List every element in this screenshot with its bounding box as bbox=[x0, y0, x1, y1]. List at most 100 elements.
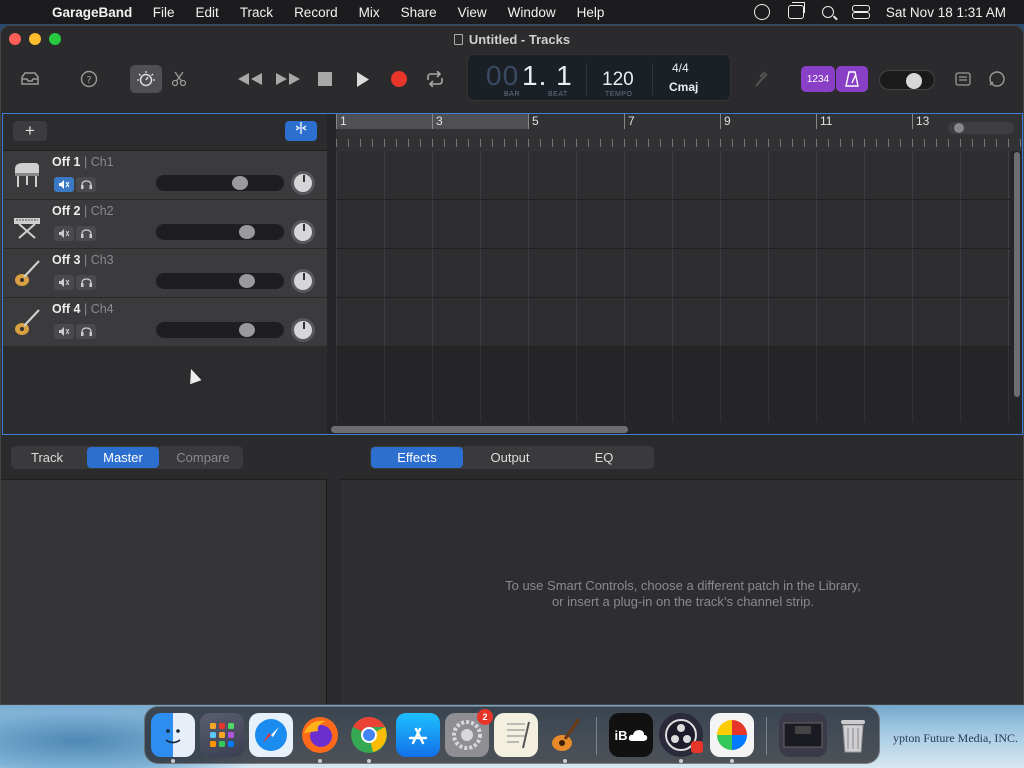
play-button[interactable] bbox=[350, 66, 376, 92]
tab-output[interactable]: Output bbox=[464, 446, 556, 469]
icloud-app[interactable]: iB bbox=[609, 713, 653, 757]
track-volume-slider[interactable] bbox=[156, 224, 284, 240]
spotlight-search-icon[interactable] bbox=[821, 6, 834, 18]
tab-compare[interactable]: Compare bbox=[163, 446, 243, 469]
track-name[interactable]: Off 3 | Ch3 bbox=[52, 253, 114, 267]
track-header[interactable]: Off 1 | Ch1 bbox=[3, 151, 327, 200]
chrome-app[interactable] bbox=[347, 713, 391, 757]
mute-button[interactable] bbox=[54, 177, 74, 192]
track-header[interactable]: Off 2 | Ch2 bbox=[3, 200, 327, 249]
creative-cloud-icon[interactable] bbox=[753, 4, 770, 20]
track-header[interactable]: Off 3 | Ch3 bbox=[3, 249, 327, 298]
mute-button[interactable] bbox=[54, 275, 74, 290]
track-header[interactable]: Off 4 | Ch4 bbox=[3, 298, 327, 347]
safari-app[interactable] bbox=[249, 713, 293, 757]
solo-button[interactable] bbox=[76, 324, 96, 339]
volume-slider-knob[interactable] bbox=[239, 225, 255, 239]
pan-knob[interactable] bbox=[291, 318, 315, 342]
rewind-button[interactable] bbox=[237, 66, 263, 92]
track-volume-slider[interactable] bbox=[156, 273, 284, 289]
app-menu[interactable]: GarageBand bbox=[52, 5, 142, 20]
pan-knob[interactable] bbox=[291, 220, 315, 244]
track-channel-label: | Ch1 bbox=[83, 155, 114, 169]
horizontal-scrollbar[interactable] bbox=[331, 426, 628, 433]
finder-app[interactable] bbox=[151, 713, 195, 757]
menu-window[interactable]: Window bbox=[497, 5, 566, 20]
timeline-ruler[interactable]: 1 3 5 7 9 11 13 bbox=[336, 114, 1022, 151]
track-lane[interactable] bbox=[336, 298, 1010, 347]
menu-file[interactable]: File bbox=[142, 5, 185, 20]
count-in-button[interactable]: 1234 bbox=[801, 66, 835, 92]
volume-slider-knob[interactable] bbox=[232, 176, 248, 190]
track-lane[interactable] bbox=[336, 200, 1010, 249]
track-name-text: Off 1 bbox=[52, 155, 81, 169]
track-lane[interactable] bbox=[336, 151, 1010, 200]
track-name[interactable]: Off 4 | Ch4 bbox=[52, 302, 114, 316]
volume-slider-knob[interactable] bbox=[239, 323, 255, 337]
obs-app[interactable] bbox=[659, 713, 703, 757]
textedit-app[interactable] bbox=[494, 713, 538, 757]
volume-slider-knob[interactable] bbox=[239, 274, 255, 288]
mute-button[interactable] bbox=[54, 324, 74, 339]
metronome-button[interactable] bbox=[836, 66, 868, 92]
menu-edit[interactable]: Edit bbox=[185, 5, 229, 20]
ruler-bar-number: 7 bbox=[628, 114, 635, 128]
empty-track-area[interactable] bbox=[336, 347, 1010, 422]
pan-knob[interactable] bbox=[291, 171, 315, 195]
menu-view[interactable]: View bbox=[447, 5, 497, 20]
panel-divider[interactable] bbox=[326, 479, 341, 704]
screen-thumbnail-app[interactable] bbox=[779, 713, 827, 757]
lcd-display[interactable]: 00 1. 1 BAR BEAT 120 TEMPO 4/4 Cmaj bbox=[467, 54, 731, 101]
tab-effects[interactable]: Effects bbox=[371, 447, 463, 468]
track-name[interactable]: Off 2 | Ch2 bbox=[52, 204, 114, 218]
firefox-app[interactable] bbox=[298, 713, 342, 757]
editors-button[interactable] bbox=[166, 66, 192, 92]
master-volume-slider[interactable] bbox=[879, 70, 935, 90]
window-switcher-icon[interactable] bbox=[787, 2, 805, 19]
add-track-button[interactable]: + bbox=[13, 121, 47, 141]
solo-button[interactable] bbox=[76, 226, 96, 241]
system-preferences-app[interactable]: 2 bbox=[445, 709, 493, 757]
zoom-slider[interactable] bbox=[948, 122, 1014, 134]
track-volume-slider[interactable] bbox=[156, 175, 284, 191]
running-indicator bbox=[563, 759, 567, 763]
tuner-button[interactable] bbox=[748, 66, 774, 92]
launchpad-app[interactable] bbox=[200, 713, 244, 757]
color-picker-app[interactable] bbox=[710, 713, 754, 757]
garageband-app[interactable] bbox=[543, 713, 587, 757]
menu-record[interactable]: Record bbox=[284, 5, 349, 20]
app-store-icon bbox=[408, 727, 428, 745]
smart-controls-button[interactable] bbox=[130, 65, 162, 93]
solo-button[interactable] bbox=[76, 275, 96, 290]
menu-bar-clock[interactable]: Sat Nov 18 1:31 AM bbox=[886, 5, 1006, 20]
solo-button[interactable] bbox=[76, 177, 96, 192]
catch-playhead-button[interactable] bbox=[285, 121, 317, 141]
window-title: Untitled - Tracks bbox=[1, 32, 1023, 47]
record-button[interactable] bbox=[386, 66, 412, 92]
app-store-app[interactable] bbox=[396, 713, 440, 757]
quick-help-button[interactable]: ? bbox=[76, 66, 102, 92]
fast-forward-button[interactable] bbox=[275, 66, 301, 92]
tab-eq[interactable]: EQ bbox=[556, 446, 652, 469]
menu-mix[interactable]: Mix bbox=[348, 5, 390, 20]
pan-knob[interactable] bbox=[291, 269, 315, 293]
tab-master[interactable]: Master bbox=[87, 447, 159, 468]
menu-share[interactable]: Share bbox=[390, 5, 447, 20]
loop-browser-button[interactable] bbox=[984, 66, 1010, 92]
track-lane[interactable] bbox=[336, 249, 1010, 298]
stop-button[interactable] bbox=[312, 66, 338, 92]
track-volume-slider[interactable] bbox=[156, 322, 284, 338]
trash-app[interactable] bbox=[831, 713, 875, 757]
headphones-icon bbox=[80, 278, 92, 287]
vertical-scrollbar[interactable] bbox=[1014, 152, 1020, 397]
menu-track[interactable]: Track bbox=[229, 5, 283, 20]
menu-help[interactable]: Help bbox=[566, 5, 615, 20]
notepad-button[interactable] bbox=[950, 66, 976, 92]
control-center-icon[interactable] bbox=[851, 5, 870, 19]
tab-track[interactable]: Track bbox=[11, 446, 83, 469]
track-channel-label: | Ch4 bbox=[83, 302, 114, 316]
mute-button[interactable] bbox=[54, 226, 74, 241]
library-button[interactable] bbox=[17, 66, 43, 92]
track-name[interactable]: Off 1 | Ch1 bbox=[52, 155, 114, 169]
cycle-button[interactable] bbox=[422, 66, 448, 92]
